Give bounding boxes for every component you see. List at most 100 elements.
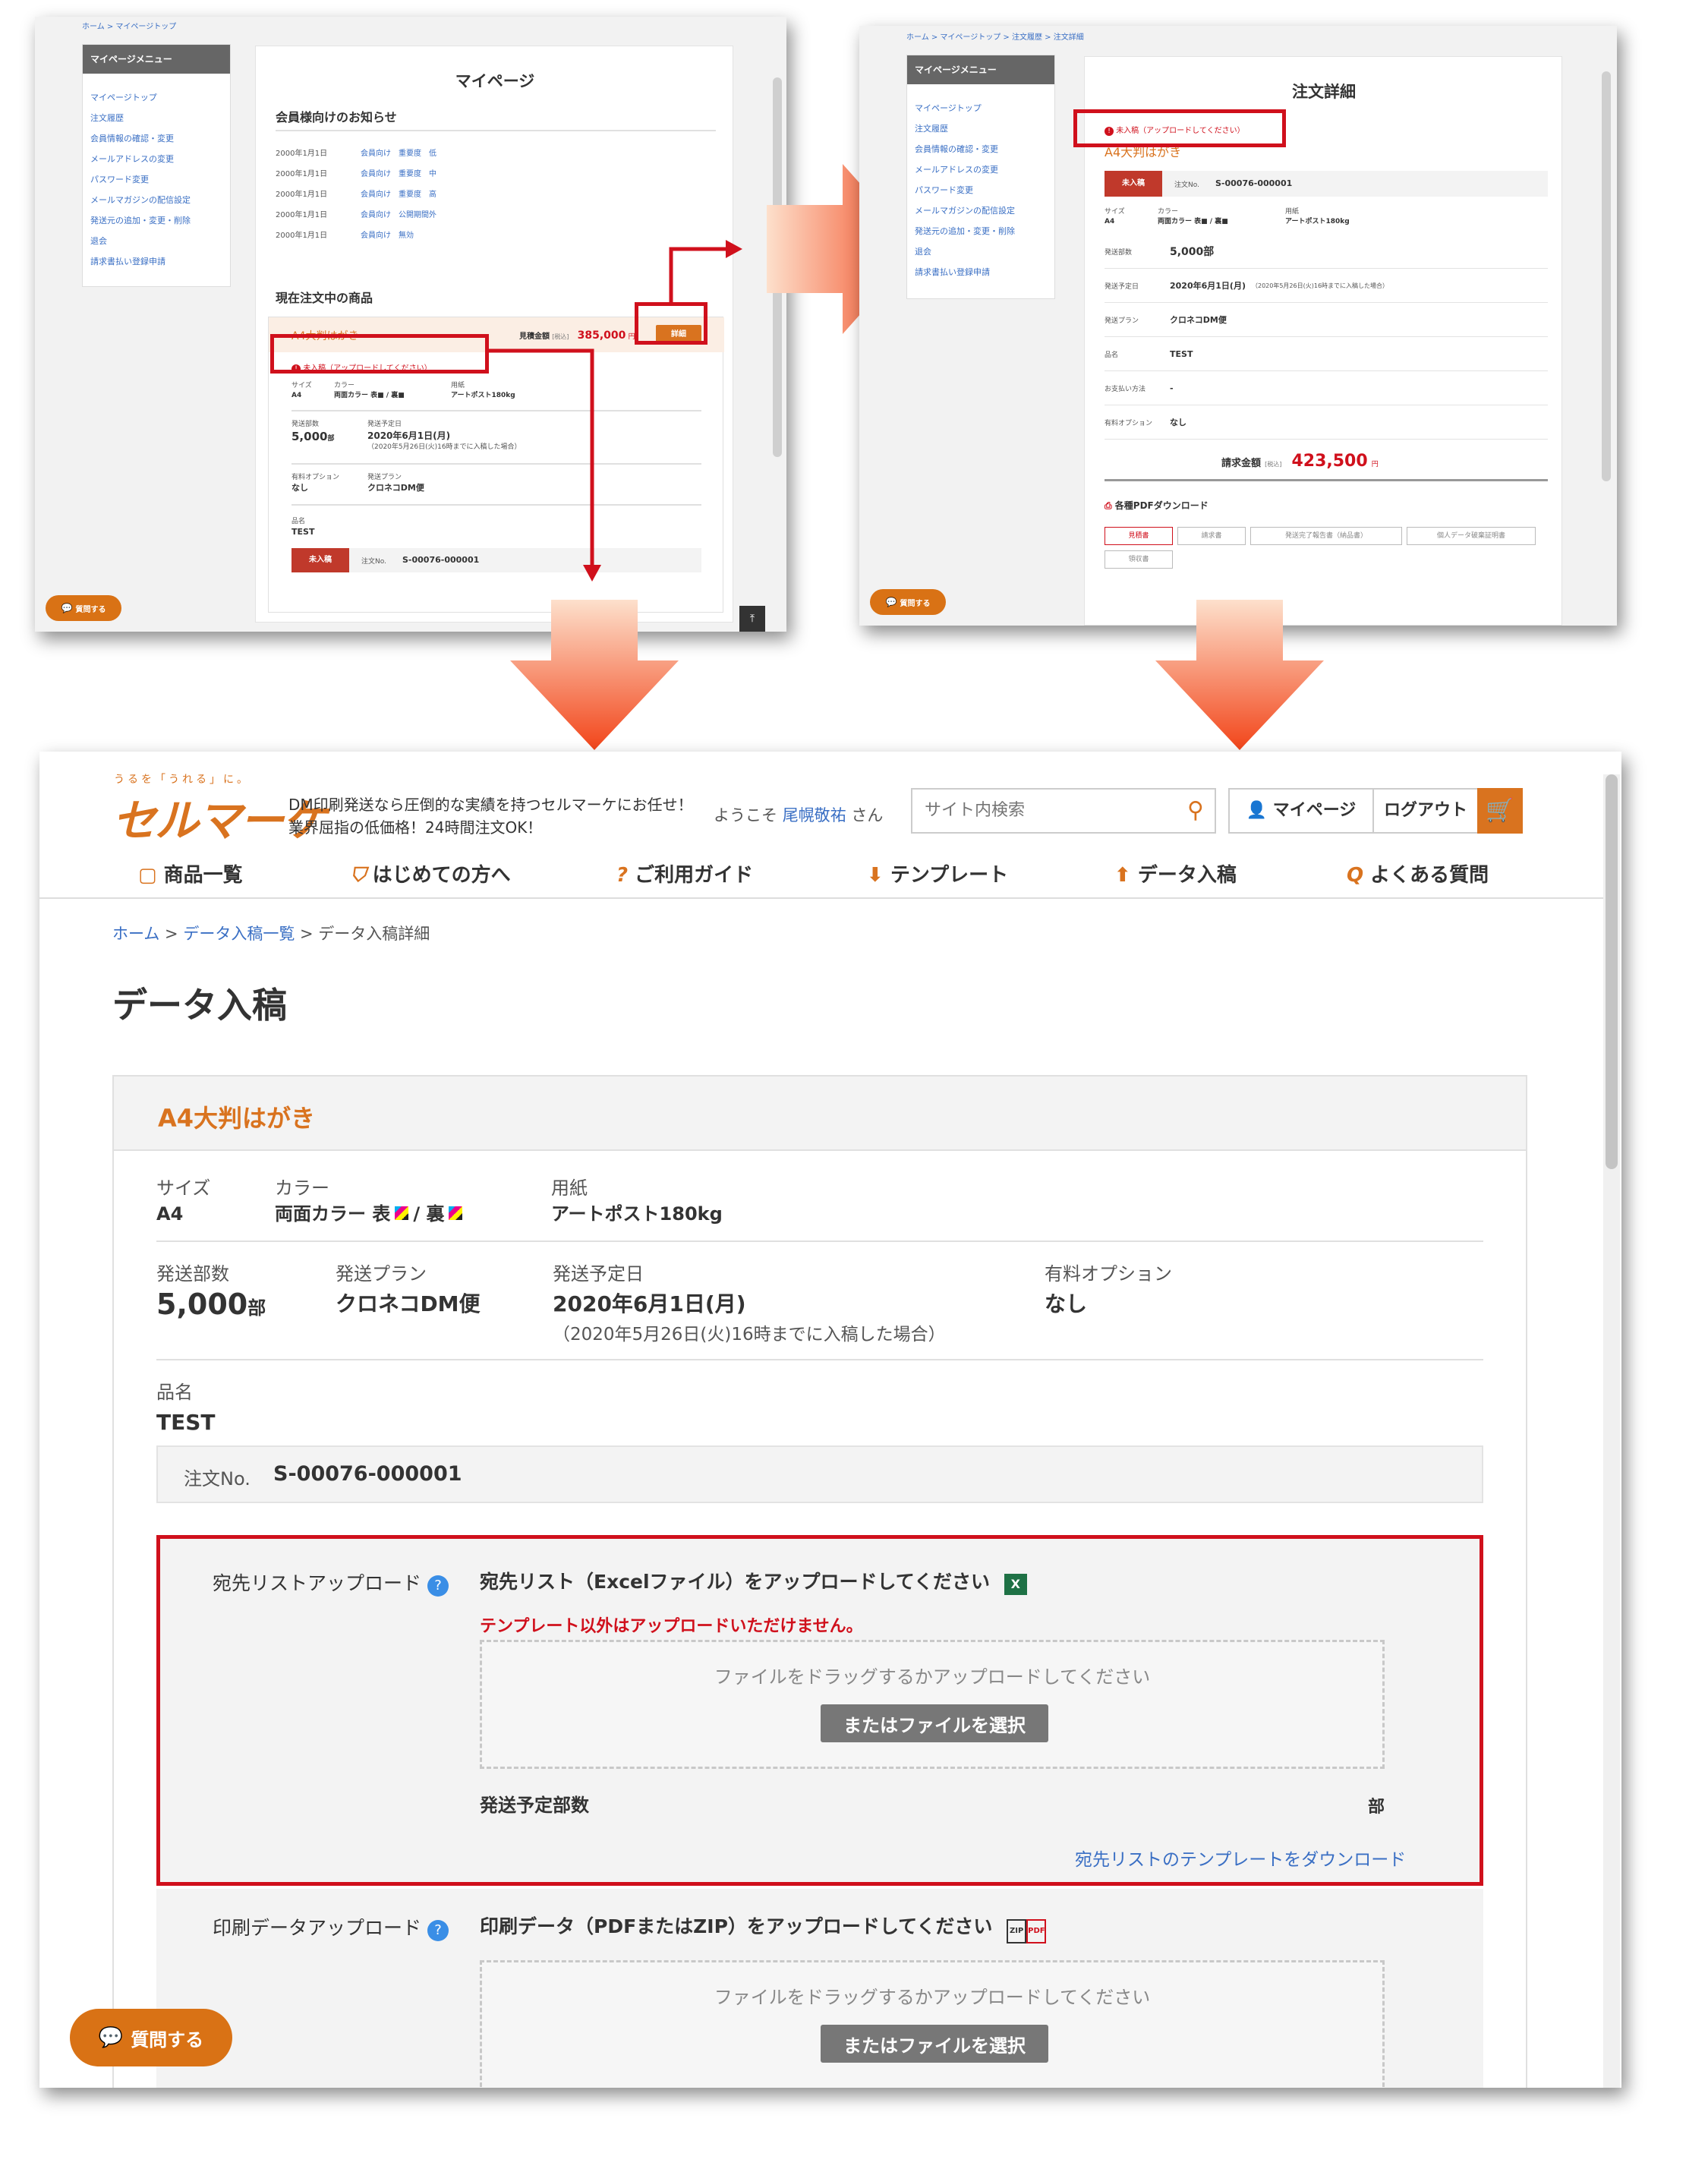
detail-value: 5,000部	[1170, 246, 1215, 258]
name-label: 品名	[156, 1382, 193, 1403]
sidebar-item[interactable]: マイページトップ	[915, 98, 1047, 118]
faq-icon: Q	[1347, 864, 1364, 887]
pdf-download-button[interactable]: 個人データ破棄証明書	[1407, 527, 1536, 545]
product-name: A4大判はがき	[158, 1104, 316, 1133]
detail-value: 2020年6月1日(月)	[1170, 281, 1246, 291]
detail-label: お支払い方法	[1105, 385, 1146, 393]
qty-number: 5,000	[156, 1288, 248, 1321]
nav-upload[interactable]: ⬆ データ入稿	[1114, 859, 1237, 887]
sidebar-item[interactable]: 会員情報の確認・変更	[915, 139, 1047, 159]
detail-value: なし	[1170, 418, 1186, 427]
total-value: 423,500	[1291, 452, 1368, 471]
sidebar-item[interactable]: メールマガジンの配信設定	[915, 200, 1047, 221]
sidebar-item[interactable]: 請求書払い登録申請	[915, 262, 1047, 282]
search-icon[interactable]: ⚲	[1187, 797, 1204, 824]
highlight-status	[1073, 109, 1286, 147]
print-dropzone[interactable]: ファイルをドラッグするかアップロードしてください またはファイルを選択	[480, 1960, 1385, 2088]
opt-value: なし	[1045, 1291, 1088, 1316]
breadcrumb-current: データ入稿詳細	[318, 925, 430, 943]
chat-icon: 💬	[98, 2026, 124, 2049]
search-box[interactable]: ⚲	[911, 788, 1216, 834]
question-button[interactable]: 💬 質問する	[870, 589, 946, 615]
pdf-download-button[interactable]: 請求書	[1177, 527, 1246, 545]
zip-icon: ZIP	[1007, 1919, 1027, 1943]
pdf-icon: ⎙	[1105, 500, 1112, 511]
size-value: A4	[156, 1203, 184, 1225]
print-upload-title-text: 印刷データ（PDFまたはZIP）をアップロードしてください	[480, 1915, 993, 1937]
nav-faq-label: よくある質問	[1370, 864, 1489, 887]
sidebar-item[interactable]: パスワード変更	[915, 180, 1047, 200]
nav-products[interactable]: ▢ 商品一覧	[138, 859, 243, 887]
nav-guide[interactable]: ? ご利用ガイド	[616, 859, 753, 887]
menu-title: マイページメニュー	[907, 55, 1054, 84]
color-value: 両面カラー 表■ / 裏■	[1158, 218, 1228, 225]
shield-icon: ⛉	[351, 864, 366, 887]
user-icon: 👤	[1246, 801, 1268, 820]
cmyk-icon	[449, 1206, 463, 1220]
order-no: S-00076-000001	[273, 1462, 462, 1486]
chat-icon: 💬	[885, 597, 897, 607]
pdf-download-button[interactable]: 見積書	[1105, 527, 1173, 545]
qty-label: 発送部数	[156, 1263, 229, 1285]
plan-label: 発送プラン	[336, 1263, 427, 1285]
question-button[interactable]: 💬 質問する	[70, 2009, 232, 2066]
logout-link[interactable]: ログアウト	[1374, 790, 1477, 832]
order-label: 注文No.	[184, 1468, 251, 1490]
user-name[interactable]: 尾幌敬祐	[783, 806, 846, 824]
products-icon: ▢	[138, 864, 157, 887]
scrollbar[interactable]	[1603, 774, 1620, 2088]
help-icon[interactable]: ?	[427, 1920, 449, 1941]
page-title: 注文詳細	[1292, 83, 1356, 101]
color-label: カラー	[1158, 208, 1179, 216]
back-to-top-button[interactable]: ⤒	[739, 606, 765, 632]
breadcrumb: ホーム > マイページトップ > 注文履歴 > 注文詳細	[906, 33, 1084, 42]
mypage-link[interactable]: 👤 マイページ	[1230, 790, 1374, 832]
nav-faq[interactable]: Q よくある質問	[1347, 859, 1489, 887]
select-file-button[interactable]: またはファイルを選択	[821, 2025, 1048, 2063]
sidebar-item[interactable]: メールアドレスの変更	[915, 159, 1047, 180]
pdf-download-button[interactable]: 領収書	[1105, 550, 1173, 569]
size-label: サイズ	[1105, 208, 1125, 216]
order-label: 注文No.	[1174, 181, 1199, 189]
question-label: 質問する	[75, 605, 106, 614]
pdf-download-button[interactable]: 発送完了報告書（納品書）	[1250, 527, 1402, 545]
nav-beginners[interactable]: ⛉ はじめての方へ	[351, 859, 511, 887]
detail-row: 発送プラン クロネコDM便	[1105, 303, 1548, 337]
pdf-buttons: 見積書 請求書 発送完了報告書（納品書） 個人データ破棄証明書領収書	[1105, 526, 1548, 573]
nav-beginners-label: はじめての方へ	[372, 864, 511, 887]
cart-button[interactable]: 🛒	[1477, 788, 1523, 834]
breadcrumb-home[interactable]: ホーム	[112, 925, 159, 943]
sidebar-item[interactable]: 退会	[915, 241, 1047, 262]
pdf-title-label: 各種PDFダウンロード	[1114, 500, 1209, 511]
welcome-pre: ようこそ	[714, 806, 777, 824]
pdf-icon: PDF	[1026, 1919, 1047, 1943]
size-label: サイズ	[156, 1177, 211, 1199]
product-card: A4大判はがき サイズ A4 カラー 両面カラー 表 / 裏 用紙 アートポスト1…	[112, 1075, 1527, 2088]
paper-value: アートポスト180kg	[1285, 218, 1350, 225]
down-arrow-right	[1155, 600, 1324, 750]
nav-template-label: テンプレート	[890, 864, 1009, 887]
scrollbar-thumb[interactable]	[1606, 774, 1618, 1169]
download-icon: ⬇	[867, 864, 884, 887]
ship-label: 発送予定日	[553, 1263, 644, 1285]
plan-value: クロネコDM便	[336, 1291, 481, 1316]
detail-rows: 発送部数 5,000部 発送予定日 2020年6月1日(月) （2020年5月26日(火…	[1105, 235, 1548, 440]
sidebar-item[interactable]: 注文履歴	[915, 118, 1047, 139]
nav-template[interactable]: ⬇ テンプレート	[867, 859, 1008, 887]
detail-row: お支払い方法 -	[1105, 371, 1548, 405]
opt-label: 有料オプション	[1045, 1263, 1172, 1285]
search-input[interactable]	[912, 790, 1163, 831]
size-value: A4	[1105, 218, 1115, 225]
pdf-title: ⎙ 各種PDFダウンロード	[1105, 499, 1209, 512]
cmyk-icon	[395, 1206, 409, 1220]
upload-icon: ⬆	[1114, 864, 1131, 887]
color-label: カラー	[275, 1177, 329, 1199]
breadcrumb-upload-list[interactable]: データ入稿一覧	[183, 925, 295, 943]
color-back: / 裏	[413, 1203, 445, 1225]
qty-unit: 部	[247, 1297, 266, 1319]
mypage-label: マイページ	[1272, 801, 1357, 820]
question-button[interactable]: 💬 質問する	[46, 595, 121, 621]
sidebar-item[interactable]: 発送元の追加・変更・削除	[915, 221, 1047, 241]
question-label: 質問する	[900, 599, 931, 608]
scrollbar[interactable]	[1602, 71, 1611, 481]
